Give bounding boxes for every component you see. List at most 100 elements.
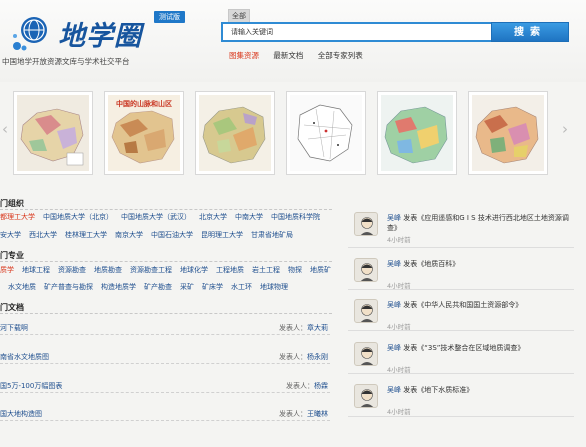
org-link[interactable]: 昆明理工大学 (201, 231, 243, 239)
feed-action-link[interactable]: 发表《“3S”技术整合在区域地质调查》 (403, 344, 524, 352)
major-link[interactable]: 地球工程 (22, 266, 50, 274)
beta-badge: 测试版 (154, 11, 185, 23)
divider (348, 247, 574, 248)
org-link[interactable]: 都理工大学 (0, 213, 35, 221)
major-link[interactable]: 地球化学 (180, 266, 208, 274)
poster-link[interactable]: 杨永刚 (307, 353, 328, 361)
divider (0, 261, 332, 262)
divider (0, 313, 332, 314)
divider (0, 209, 332, 210)
site-header: 地学圈 测试版 中国地学开放资源文库与学术社交平台 全部 搜索 图集资源 最新文… (0, 0, 586, 82)
org-link[interactable]: 桂林理工大学 (65, 231, 107, 239)
carousel-next-arrow-icon[interactable]: › (560, 119, 570, 139)
feed-user-link[interactable]: 吴峰 (387, 301, 401, 309)
all-experts-link[interactable]: 全部专家列表 (318, 51, 363, 60)
site-subtitle: 中国地学开放资源文库与学术社交平台 (2, 57, 130, 66)
org-link[interactable]: 中国地质科学院 (271, 213, 320, 221)
major-link[interactable]: 采矿 (180, 283, 194, 291)
org-link[interactable]: 南京大学 (115, 231, 143, 239)
map-thumb-1[interactable] (13, 91, 93, 175)
doc-title[interactable]: 国5万-100万幅图表 (0, 381, 62, 391)
map-thumb-4[interactable] (286, 91, 366, 175)
user-avatar-icon[interactable] (354, 212, 378, 236)
major-link[interactable]: 工程地质 (216, 266, 244, 274)
feed-user-link[interactable]: 吴峰 (387, 214, 401, 222)
carousel-prev-arrow-icon[interactable]: ‹ (0, 119, 10, 139)
major-link[interactable]: 地质勘查 (94, 266, 122, 274)
feed-text: 吴峰 发表《地质百科》 (387, 259, 572, 269)
poster-link[interactable]: 杨霖 (314, 382, 328, 390)
feed-time: 4小时前 (387, 408, 411, 416)
hot-docs-title: 门文档 (0, 303, 24, 312)
major-link[interactable]: 地球物理 (260, 283, 288, 291)
atlas-resources-link[interactable]: 图集资源 (229, 51, 259, 60)
feed-text: 吴峰 发表《中华人民共和国国土资源部令》 (387, 300, 572, 310)
feed-action-link[interactable]: 发表《中华人民共和国国土资源部令》 (403, 301, 522, 309)
major-link[interactable]: 物探 (288, 266, 302, 274)
search-scope-tab[interactable]: 全部 (228, 9, 250, 22)
map-carousel: ‹ › 中国的山脉和山区 (0, 85, 586, 180)
map-thumb-2[interactable]: 中国的山脉和山区 (104, 91, 184, 175)
divider (348, 373, 574, 374)
major-link[interactable]: 矿产普查与勘探 (44, 283, 93, 291)
map-thumb-5[interactable] (377, 91, 457, 175)
major-link[interactable]: 水文地质 (8, 283, 36, 291)
doc-row[interactable]: 南省水文地质图 发表人：杨永刚 (0, 352, 330, 364)
doc-title[interactable]: 国大地构造图 (0, 409, 42, 419)
feed-action-link[interactable]: 发表《应用遥感和G I S 技术进行西北地区土地资源调查》 (387, 214, 569, 232)
org-link[interactable]: 安大学 (0, 231, 21, 239)
org-link[interactable]: 北京大学 (199, 213, 227, 221)
feed-user-link[interactable]: 吴峰 (387, 344, 401, 352)
doc-poster: 发表人：王曦林 (279, 410, 328, 418)
doc-title[interactable]: 南省水文地质图 (0, 352, 49, 362)
major-link[interactable]: 地质矿 (310, 266, 331, 274)
major-link[interactable]: 质学 (0, 266, 14, 274)
latest-docs-link[interactable]: 最新文档 (273, 51, 303, 60)
divider (348, 330, 574, 331)
hot-orgs-title: 门组织 (0, 199, 24, 208)
org-link[interactable]: 甘肃省地矿局 (251, 231, 293, 239)
activity-feed: 吴峰 发表《应用遥感和G I S 技术进行西北地区土地资源调查》 4小时前 吴峰… (343, 204, 578, 447)
feed-user-link[interactable]: 吴峰 (387, 386, 401, 394)
map-thumb-3[interactable] (195, 91, 275, 175)
orgs-row-2: 安大学 西北大学 桂林理工大学 南京大学 中国石油大学 昆明理工大学 甘肃省地矿局 (0, 230, 301, 240)
feed-text: 吴峰 发表《“3S”技术整合在区域地质调查》 (387, 343, 572, 353)
doc-poster: 发表人：杨霖 (286, 382, 328, 390)
search-button[interactable]: 搜索 (491, 22, 569, 42)
doc-poster: 发表人：章大莉 (279, 324, 328, 332)
map-thumb-6[interactable] (468, 91, 548, 175)
site-logo-text[interactable]: 地学圈 (58, 14, 142, 53)
doc-poster: 发表人：杨永刚 (279, 353, 328, 361)
majors-row-2: 水文地质 矿产普查与勘探 构造地质学 矿产勘查 采矿 矿床学 水工环 地球物理 (8, 282, 296, 292)
doc-row[interactable]: 河下载啊 发表人：章大莉 (0, 323, 330, 335)
feed-action-link[interactable]: 发表《地下水质标准》 (403, 386, 473, 394)
user-avatar-icon[interactable] (354, 258, 378, 282)
poster-link[interactable]: 章大莉 (307, 324, 328, 332)
doc-row[interactable]: 国5万-100万幅图表 发表人：杨霖 (0, 381, 330, 393)
org-link[interactable]: 西北大学 (29, 231, 57, 239)
doc-title[interactable]: 河下载啊 (0, 323, 28, 333)
org-link[interactable]: 中国地质大学（北京） (43, 213, 113, 221)
major-link[interactable]: 资源勘查 (58, 266, 86, 274)
user-avatar-icon[interactable] (354, 384, 378, 408)
major-link[interactable]: 资源勘查工程 (130, 266, 172, 274)
doc-row[interactable]: 国大地构造图 发表人：王曦林 (0, 409, 330, 421)
org-link[interactable]: 中国石油大学 (151, 231, 193, 239)
major-link[interactable]: 水工环 (231, 283, 252, 291)
major-link[interactable]: 构造地质学 (101, 283, 136, 291)
org-link[interactable]: 中国地质大学（武汉） (121, 213, 191, 221)
divider (348, 289, 574, 290)
poster-link[interactable]: 王曦林 (307, 410, 328, 418)
globe-logo-icon[interactable] (12, 12, 52, 52)
user-avatar-icon[interactable] (354, 299, 378, 323)
user-avatar-icon[interactable] (354, 342, 378, 366)
org-link[interactable]: 中南大学 (235, 213, 263, 221)
feed-text: 吴峰 发表《地下水质标准》 (387, 385, 572, 395)
search-input[interactable] (221, 22, 492, 42)
major-link[interactable]: 矿床学 (202, 283, 223, 291)
search-sublinks: 图集资源 最新文档 全部专家列表 (229, 50, 375, 61)
major-link[interactable]: 岩土工程 (252, 266, 280, 274)
feed-action-link[interactable]: 发表《地质百科》 (403, 260, 459, 268)
major-link[interactable]: 矿产勘查 (144, 283, 172, 291)
feed-user-link[interactable]: 吴峰 (387, 260, 401, 268)
